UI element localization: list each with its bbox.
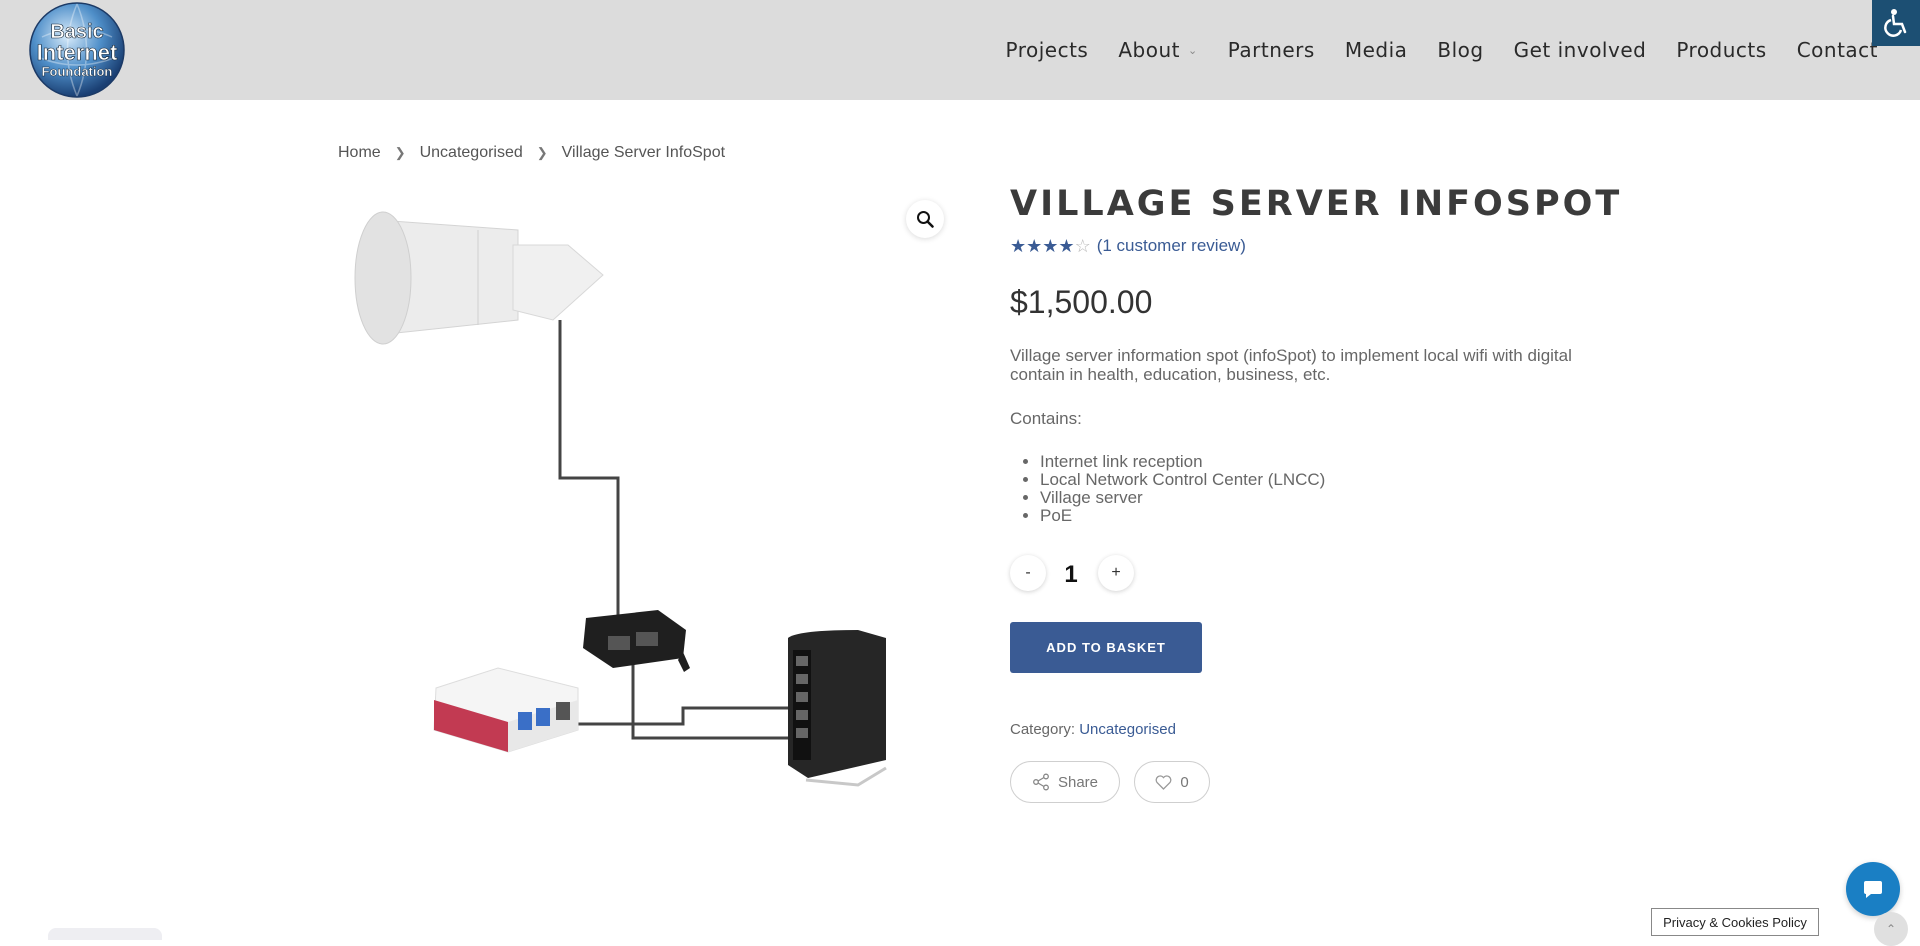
nav-label: Projects (1005, 38, 1089, 62)
star-empty-icon: ☆ (1074, 236, 1091, 256)
list-item: Local Network Control Center (LNCC) (1040, 471, 1325, 489)
category-label: Category: (1010, 721, 1076, 738)
accessibility-button[interactable] (1872, 0, 1920, 46)
list-item: PoE (1040, 507, 1325, 525)
nav-label: Media (1344, 38, 1408, 62)
breadcrumb-current: Village Server InfoSpot (561, 144, 726, 161)
breadcrumb-home[interactable]: Home (338, 144, 381, 162)
chevron-down-icon: ⌄ (1188, 43, 1198, 57)
breadcrumb-category[interactable]: Uncategorised (420, 144, 523, 162)
nav-item-get-involved[interactable]: Get involved (1514, 38, 1647, 62)
logo-line-2: Internet (37, 40, 118, 65)
quantity-decrease-button[interactable]: - (1010, 555, 1046, 591)
breadcrumb: Home ❯ Uncategorised ❯ Village Server In… (338, 144, 725, 162)
poe-injector (583, 610, 690, 672)
product-price: $1,500.00 (1010, 284, 1153, 320)
chevron-up-icon: ⌃ (1885, 922, 1897, 936)
chevron-right-icon: ❯ (394, 145, 406, 160)
nav-item-projects[interactable]: Projects (1006, 38, 1089, 62)
star-icon: ★ (1042, 236, 1059, 256)
quantity-input[interactable]: 1 (1056, 561, 1086, 589)
chevron-right-icon: ❯ (536, 145, 548, 160)
like-button[interactable]: 0 (1134, 761, 1210, 803)
nav-label: Products (1676, 38, 1767, 62)
share-button[interactable]: Share (1010, 761, 1120, 803)
product-rating: ★ ★ ★ ★ ☆ (1 customer review) (1010, 236, 1246, 256)
category-link[interactable]: Uncategorised (1079, 721, 1176, 738)
list-item: Internet link reception (1040, 453, 1325, 471)
village-server-device (433, 667, 579, 753)
router-device (788, 630, 887, 787)
scroll-to-top-button[interactable]: ⌃ (1874, 912, 1908, 946)
list-item: Village server (1040, 489, 1325, 507)
nav-label: Blog (1437, 38, 1484, 62)
product-title: Village Server InfoSpot (1010, 184, 1623, 224)
product-image[interactable] (338, 190, 938, 800)
star-icon: ★ (1026, 236, 1043, 256)
zoom-button[interactable] (906, 200, 944, 238)
chat-button[interactable] (1846, 862, 1900, 916)
nav-item-contact[interactable]: Contact (1797, 38, 1878, 62)
nav-label: Partners (1227, 38, 1315, 62)
heart-icon (1155, 774, 1172, 790)
add-to-basket-button[interactable]: Add to basket (1010, 622, 1202, 673)
nav-item-partners[interactable]: Partners (1228, 38, 1315, 62)
magnifier-icon (917, 211, 934, 228)
nav-item-blog[interactable]: Blog (1437, 38, 1483, 62)
star-icon: ★ (1010, 236, 1027, 256)
product-description: Village server information spot (infoSpo… (1010, 346, 1572, 384)
main-nav: Projects About ⌄ Partners Media Blog Get… (976, 0, 1879, 100)
nav-item-about[interactable]: About ⌄ (1118, 38, 1197, 62)
share-icon (1033, 773, 1049, 791)
nav-item-media[interactable]: Media (1345, 38, 1408, 62)
star-icon: ★ (1058, 236, 1075, 256)
site-header: Basic Internet Foundation Projects About… (0, 0, 1920, 100)
like-count: 0 (1180, 773, 1189, 791)
chat-bubble-icon (1864, 881, 1882, 898)
customer-review-link[interactable]: (1 customer review) (1097, 236, 1246, 256)
bottom-tab (48, 928, 162, 940)
wheelchair-icon (1884, 9, 1907, 37)
star-rating: ★ ★ ★ ★ ☆ (1010, 236, 1091, 256)
antenna-device (354, 211, 604, 345)
logo-line-3: Foundation (42, 64, 113, 79)
privacy-cookies-button[interactable]: Privacy & Cookies Policy (1651, 908, 1819, 936)
contains-label: Contains: (1010, 409, 1082, 428)
product-category: Category: Uncategorised (1010, 721, 1176, 738)
quantity-increase-button[interactable]: + (1098, 555, 1134, 591)
nav-label: Get involved (1513, 38, 1647, 62)
nav-item-products[interactable]: Products (1676, 38, 1766, 62)
share-label: Share (1057, 773, 1099, 791)
feature-list: Internet link reception Local Network Co… (1010, 453, 1325, 525)
nav-label: Contact (1796, 38, 1878, 62)
nav-label: About (1118, 38, 1180, 62)
site-logo[interactable]: Basic Internet Foundation (28, 1, 126, 99)
